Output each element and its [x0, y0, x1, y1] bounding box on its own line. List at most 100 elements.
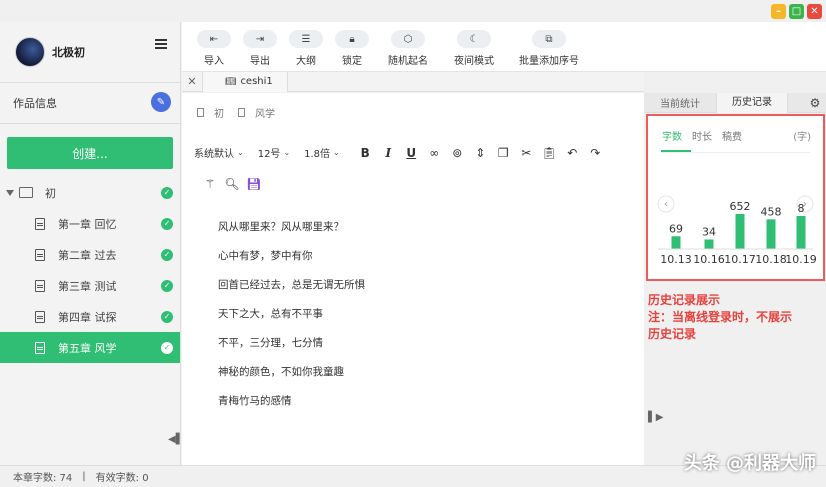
document-icon — [197, 108, 204, 117]
chart-bar[interactable] — [704, 239, 714, 249]
link-icon[interactable]: ∞ — [423, 146, 446, 160]
data-label: 34 — [702, 225, 716, 238]
folder-row[interactable]: 初 ✓ — [0, 177, 180, 208]
x-tick-label: 10.16 — [693, 253, 725, 266]
gear-icon[interactable]: ⚙ — [804, 96, 826, 110]
lock-button[interactable]: 🔒︎ 锁定 — [332, 22, 372, 71]
chapter-item[interactable]: 第三章 测试 ✓ — [0, 270, 180, 301]
book-icon: 📖︎ — [225, 76, 237, 87]
bold-icon[interactable]: B — [354, 146, 377, 160]
export-label: 导出 — [250, 56, 270, 67]
chapter-item[interactable]: 第二章 过去 ✓ — [0, 239, 180, 270]
import-icon: ⇤ — [197, 30, 231, 48]
breadcrumb-item[interactable]: 初 — [214, 105, 224, 120]
minimize-button[interactable]: – — [771, 4, 786, 19]
chapter-item[interactable]: 第一章 回忆 ✓ — [0, 208, 180, 239]
random-name-icon: ⬡ — [391, 30, 425, 48]
work-info-row[interactable]: 作品信息 ✎ — [0, 83, 180, 123]
annotation-line: 注：当离线登录时，不展示 — [648, 310, 793, 324]
data-label: 458 — [761, 205, 782, 218]
paragraph[interactable]: 天下之大，总有不平事 — [218, 304, 365, 333]
import-button[interactable]: ⇤ 导入 — [194, 22, 234, 71]
line-height-value: 1.8倍 — [304, 149, 331, 160]
work-info-label: 作品信息 — [13, 97, 57, 110]
location-pin-icon[interactable]: ⊚ — [446, 146, 469, 160]
font-select[interactable]: 系统默认 ⌄ — [194, 145, 244, 160]
active-tab-indicator — [661, 150, 691, 152]
paragraph[interactable]: 不平，三分理，七分情 — [218, 333, 365, 362]
underline-icon[interactable]: U — [400, 146, 423, 160]
hamburger-menu-icon[interactable] — [155, 39, 167, 49]
paragraph[interactable]: 风从哪里来？风从哪里来？ — [218, 217, 365, 246]
export-button[interactable]: ⇥ 导出 — [240, 22, 280, 71]
font-select-value: 系统默认 — [194, 149, 234, 160]
chapter-label: 第二章 过去 — [58, 248, 117, 262]
metric-tab-words[interactable]: 字数 — [662, 128, 682, 143]
divider — [0, 123, 180, 124]
breadcrumb-item[interactable]: 风学 — [255, 105, 275, 120]
random-name-label: 随机起名 — [388, 56, 428, 67]
search-icon[interactable]: 🔍︎ — [221, 177, 243, 191]
chart-bar[interactable] — [671, 236, 681, 249]
chevron-down-icon: ⌄ — [333, 148, 340, 157]
chapter-item[interactable]: 第四章 试探 ✓ — [0, 301, 180, 332]
chart-bar[interactable] — [766, 219, 776, 249]
chart-bar[interactable] — [735, 214, 745, 249]
redo-icon[interactable]: ↷ — [584, 146, 607, 160]
undo-icon[interactable]: ↶ — [561, 146, 584, 160]
metric-tab-duration[interactable]: 时长 — [692, 128, 712, 143]
font-size-value: 12号 — [257, 149, 281, 160]
batch-number-icon: ⧉ — [532, 30, 566, 48]
breadcrumb: 初 风学 — [197, 105, 289, 120]
font-size-select[interactable]: 12号 ⌄ — [258, 145, 290, 160]
chapter-tree: 初 ✓ 第一章 回忆 ✓ 第二章 过去 ✓ 第三章 测试 ✓ 第四章 试探 ✓ 第五章 风学 ✓ — [0, 177, 180, 363]
paste-icon[interactable]: 📋︎ — [538, 146, 561, 160]
sidebar: 北极初 作品信息 ✎ 创建... 初 ✓ 第一章 回忆 ✓ 第二章 过去 ✓ 第三章 测… — [0, 22, 183, 465]
chapter-item[interactable]: 第五章 风学 ✓ — [0, 332, 180, 363]
document-icon — [35, 341, 45, 354]
x-tick-label: 10.13 — [660, 253, 692, 266]
split-icon[interactable]: ⇕ — [469, 146, 492, 160]
night-mode-button[interactable]: ☾ 夜间模式 — [444, 22, 504, 71]
close-button[interactable]: ✕ — [807, 4, 822, 19]
tab-current-stats[interactable]: 当前统计 — [644, 95, 716, 110]
chart-bar[interactable] — [796, 216, 806, 249]
right-panel-tabs: 当前统计 历史记录 ⚙ — [644, 92, 826, 113]
lock-icon: 🔒︎ — [335, 30, 369, 48]
chapter-label: 第四章 试探 — [58, 310, 117, 324]
toolbar: ⇤ 导入 ⇥ 导出 ☰ 大纲 🔒︎ 锁定 ⬡ 随机起名 ☾ 夜间模式 ⧉ 批量添… — [182, 22, 826, 72]
magic-wand-icon[interactable]: ⚚ — [199, 177, 221, 191]
batch-number-button[interactable]: ⧉ 批量添加序号 — [510, 22, 588, 71]
line-height-select[interactable]: 1.8倍 ⌄ — [304, 145, 340, 160]
edit-icon[interactable]: ✎ — [151, 92, 171, 112]
italic-icon[interactable]: I — [377, 146, 400, 160]
copy-icon[interactable]: ❐ — [492, 146, 515, 160]
outline-button[interactable]: ☰ 大纲 — [286, 22, 326, 71]
collapse-right-panel-icon[interactable]: ▌▶ — [648, 412, 663, 423]
effective-word-count: 有效字数: 0 — [95, 473, 149, 484]
save-icon[interactable]: 💾︎ — [243, 177, 265, 191]
cut-icon[interactable]: ✂ — [515, 146, 538, 160]
paragraph[interactable]: 回首已经过去，总是无谓无所惧 — [218, 275, 365, 304]
metric-tab-royalty[interactable]: 稿费 — [722, 128, 742, 143]
tab-history[interactable]: 历史记录 — [716, 92, 788, 113]
tab-ceshi1[interactable]: 📖︎ ceshi1 — [202, 71, 288, 92]
create-button[interactable]: 创建... — [7, 137, 173, 169]
x-tick-label: 10.19 — [785, 253, 817, 266]
night-mode-icon: ☾ — [457, 30, 491, 48]
chapter-label: 第五章 风学 — [58, 341, 117, 355]
random-name-button[interactable]: ⬡ 随机起名 — [378, 22, 438, 71]
user-profile[interactable]: 北极初 — [0, 22, 180, 82]
check-icon: ✓ — [161, 310, 173, 323]
caret-down-icon[interactable] — [6, 189, 14, 196]
lock-label: 锁定 — [342, 56, 362, 67]
paragraph[interactable]: 青梅竹马的感情 — [218, 391, 365, 420]
close-tab-icon[interactable]: ✕ — [182, 75, 202, 88]
paragraph[interactable]: 神秘的颜色，不如你我童趣 — [218, 362, 365, 391]
maximize-button[interactable]: □ — [789, 4, 804, 19]
avatar[interactable] — [15, 37, 45, 67]
paragraph[interactable]: 心中有梦，梦中有你 — [218, 246, 365, 275]
editor: 初 风学 系统默认 ⌄ 12号 ⌄ 1.8倍 ⌄ B I U ∞ ⊚ ⇕ ❐ ✂ 📋︎… — [182, 93, 644, 465]
editor-content[interactable]: 风从哪里来？风从哪里来？ 心中有梦，梦中有你 回首已经过去，总是无谓无所惧 天下… — [218, 217, 365, 420]
annotation: 历史记录展示 注：当离线登录时，不展示 历史记录 — [648, 292, 792, 343]
